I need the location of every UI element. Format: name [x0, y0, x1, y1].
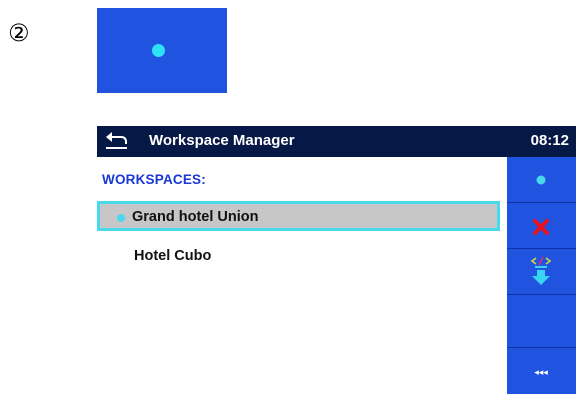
active-dot-icon	[536, 175, 546, 185]
zoomed-active-button	[97, 8, 227, 93]
list-item[interactable]: Grand hotel Union	[97, 201, 500, 231]
sidebar: ◂◂◂	[507, 157, 576, 394]
more-options-button[interactable]: ◂◂◂	[507, 348, 576, 394]
page-title: Workspace Manager	[149, 132, 295, 149]
workspaces-heading: WORKSPACES:	[102, 172, 206, 187]
list-item-label: Grand hotel Union	[132, 209, 259, 225]
svg-text:◂◂◂: ◂◂◂	[534, 368, 548, 378]
more-options-icon: ◂◂◂	[534, 368, 548, 378]
delete-button[interactable]	[507, 203, 576, 248]
export-button[interactable]	[507, 249, 576, 294]
title-bar: Workspace Manager 08:12	[97, 126, 576, 157]
workspace-manager-screen: Workspace Manager 08:12 WORKSPACES: Gran…	[97, 126, 576, 394]
list-item-label: Hotel Cubo	[134, 248, 212, 264]
active-dot-icon	[152, 44, 165, 57]
clock: 08:12	[530, 132, 569, 149]
step-marker: ②	[8, 19, 30, 47]
set-active-button[interactable]	[507, 157, 576, 202]
active-dot-icon	[117, 214, 125, 222]
list-item[interactable]: Hotel Cubo	[97, 242, 500, 272]
back-arrow-icon[interactable]	[103, 128, 129, 152]
delete-x-icon	[533, 219, 549, 235]
export-icon	[530, 256, 552, 285]
empty-slot	[507, 295, 576, 340]
